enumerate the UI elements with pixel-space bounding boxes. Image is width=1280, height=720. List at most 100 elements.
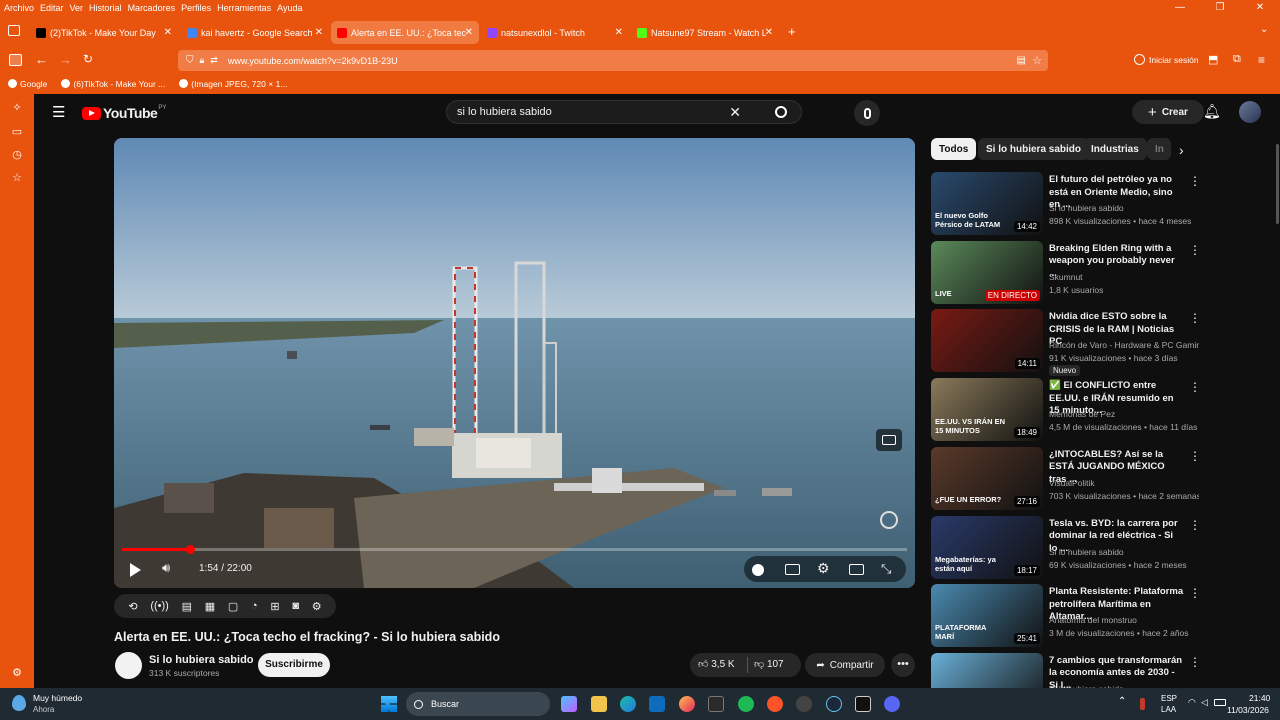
history-icon[interactable]: ◷ <box>10 148 24 162</box>
thumbnail[interactable]: PLATAFORMA MARÍ 25:41 <box>931 584 1043 648</box>
close-tab-icon[interactable]: ✕ <box>465 27 473 38</box>
recommendation-item[interactable]: LIVE EN DIRECTO Breaking Elden Ring with a… <box>931 240 1231 305</box>
more-options-icon[interactable]: ⋮ <box>1189 586 1201 600</box>
outlook-icon[interactable] <box>649 696 665 712</box>
account-icon[interactable] <box>1134 54 1145 65</box>
thumbnail[interactable]: LIVE EN DIRECTO <box>931 240 1043 304</box>
steam-icon[interactable] <box>826 696 842 712</box>
share-button[interactable]: ➦ Compartir <box>805 653 885 677</box>
progress-scrubber[interactable] <box>185 545 195 554</box>
watch-later-icon[interactable]: ▤ <box>182 600 192 613</box>
thumbnail[interactable] <box>931 652 1043 688</box>
close-tab-icon[interactable]: ✕ <box>765 27 773 38</box>
menu-item-4[interactable]: Marcadores <box>128 3 176 13</box>
filter-chip[interactable]: Si lo hubiera sabido <box>978 138 1090 160</box>
language-indicator[interactable]: ESP <box>1161 694 1177 703</box>
search-input[interactable]: si lo hubiera sabido ✕ <box>446 100 802 124</box>
screenshot-icon[interactable]: ◙ <box>292 600 299 612</box>
channel-avatar[interactable] <box>115 652 142 679</box>
weather-title[interactable]: Muy húmedo <box>33 693 82 703</box>
video-player[interactable]: 🔊︎ 1:54 / 22:00 ⚙ ⤡ <box>114 138 915 588</box>
menu-item-7[interactable]: Ayuda <box>277 3 302 13</box>
thumbnail[interactable]: El nuevo Golfo Pérsico de LATAM 14:42 <box>931 172 1043 235</box>
extension-settings-icon[interactable]: ⚙ <box>312 600 322 613</box>
tray-chevron-icon[interactable]: ⌃ <box>1118 696 1126 707</box>
volume-tray-icon[interactable]: ◁ <box>1201 697 1208 708</box>
voice-search-button[interactable] <box>854 100 880 126</box>
bookmark-item[interactable]: (Imagen JPEG, 720 × 1... <box>179 79 287 89</box>
recommendation-item[interactable]: PLATAFORMA MARÍ 25:41 Planta Resistente: P… <box>931 584 1231 648</box>
minimize-button[interactable]: — <box>1160 0 1200 16</box>
signin-label[interactable]: Iniciar sesión <box>1149 55 1199 65</box>
menu-item-6[interactable]: Herramientas <box>217 3 271 13</box>
thumbnail[interactable]: Megabaterías: ya están aquí 18:17 <box>931 515 1043 579</box>
close-tab-icon[interactable]: ✕ <box>315 27 323 38</box>
notifications-icon[interactable]: 🔔︎ <box>1203 103 1221 120</box>
clear-search-icon[interactable]: ✕ <box>729 104 741 121</box>
recommendation-channel[interactable]: Skumnut <box>1049 272 1199 282</box>
wifi-icon[interactable]: ◠ <box>1188 697 1196 708</box>
play-button[interactable] <box>130 563 141 577</box>
sidebar-toggle-icon[interactable] <box>9 54 22 66</box>
brave-icon[interactable] <box>767 696 783 712</box>
more-options-icon[interactable]: ⋮ <box>1189 655 1201 669</box>
hamburger-icon[interactable]: ☰ <box>52 103 65 121</box>
search-icon[interactable] <box>775 106 787 118</box>
recommendation-channel[interactable]: Si lo hubiera sabido <box>1049 203 1199 213</box>
tab-overview-icon[interactable] <box>8 25 20 36</box>
close-window-button[interactable]: ✕ <box>1240 0 1280 16</box>
more-options-icon[interactable]: ⋮ <box>1189 174 1201 188</box>
filter-chip[interactable]: In <box>1147 138 1171 160</box>
file-explorer-icon[interactable] <box>591 696 607 712</box>
reader-mode-icon[interactable]: ▤ <box>1017 55 1026 66</box>
recommendation-item[interactable]: 7 cambios que transformarán la economía … <box>931 652 1231 688</box>
create-button[interactable]: + Crear <box>1132 100 1204 124</box>
menu-item-2[interactable]: Ver <box>70 3 84 13</box>
menu-item-3[interactable]: Historial <box>89 3 122 13</box>
thumbnail[interactable]: EE.UU. VS IRÁN EN 15 MINUTOS 18:49 <box>931 378 1043 442</box>
weather-icon[interactable] <box>12 695 26 711</box>
autoplay-toggle-icon[interactable] <box>752 564 764 576</box>
like-button[interactable]: 👍︎ 3,5 K <box>698 658 735 670</box>
browser-tab[interactable]: natsunexdlol - Twitch ✕ <box>481 21 629 44</box>
bookmark-item[interactable]: (6)TikTok - Make Your ... <box>61 79 165 89</box>
menu-item-0[interactable]: Archivo <box>4 3 34 13</box>
subtitles-icon[interactable] <box>785 564 800 575</box>
speed-icon[interactable]: ◔ <box>251 600 258 612</box>
youtube-logo[interactable]: YouTube PY <box>82 105 166 121</box>
discord-icon[interactable] <box>884 696 900 712</box>
recommendation-item[interactable]: 14:11 Nvidia dice ESTO sobre la CRISIS de… <box>931 309 1231 377</box>
subscribe-button[interactable]: Suscribirme <box>258 653 330 677</box>
bookmarks-icon[interactable]: ☆ <box>10 171 24 185</box>
menu-icon[interactable]: ≡ <box>1258 53 1265 67</box>
theater-mode-icon[interactable] <box>849 564 864 575</box>
recommendation-channel[interactable]: Rincón de Varo - Hardware & PC Gaming <box>1049 340 1199 350</box>
taskbar-search[interactable]: Buscar <box>406 692 550 716</box>
browser-tab[interactable]: kai havertz - Google Search ✕ <box>181 21 329 44</box>
more-options-icon[interactable]: ⋮ <box>1189 380 1201 394</box>
synced-tabs-icon[interactable]: ▭ <box>10 125 24 139</box>
recommendation-channel[interactable]: Si lo hubiera sabido <box>1049 547 1199 557</box>
firefox-view-icon[interactable]: ⧉ <box>1233 53 1241 66</box>
channel-name[interactable]: Si lo hubiera sabido <box>149 654 254 666</box>
more-options-icon[interactable]: ⋮ <box>1189 311 1201 325</box>
edge-icon[interactable] <box>620 696 636 712</box>
maximize-button[interactable]: ❐ <box>1200 0 1240 16</box>
add-icon[interactable]: ⊞ <box>270 600 279 613</box>
more-options-icon[interactable]: ⋮ <box>1189 518 1201 532</box>
clock-time[interactable]: 21:40 <box>1249 693 1270 703</box>
broadcast-icon[interactable]: ((•)) <box>150 600 169 612</box>
more-actions-button[interactable]: ••• <box>891 653 915 677</box>
permissions-icon[interactable]: ⇄ <box>210 55 218 66</box>
filter-chip[interactable]: Todos <box>931 138 977 160</box>
spotify-icon[interactable] <box>738 696 754 712</box>
back-icon[interactable]: ← <box>35 52 48 67</box>
loop-icon[interactable]: ⟲ <box>128 600 137 613</box>
ai-chat-icon[interactable]: ✧ <box>10 101 24 115</box>
zoom-icon[interactable] <box>880 511 898 529</box>
browser-tab[interactable]: Natsune97 Stream - Watch Live ✕ <box>631 21 779 44</box>
list-tabs-icon[interactable]: ⌄ <box>1260 24 1268 35</box>
recommendation-channel[interactable]: VisualPolitik <box>1049 478 1199 488</box>
windows-start-icon[interactable] <box>381 696 397 712</box>
dislike-button[interactable]: 👎︎ 107 <box>754 658 784 670</box>
